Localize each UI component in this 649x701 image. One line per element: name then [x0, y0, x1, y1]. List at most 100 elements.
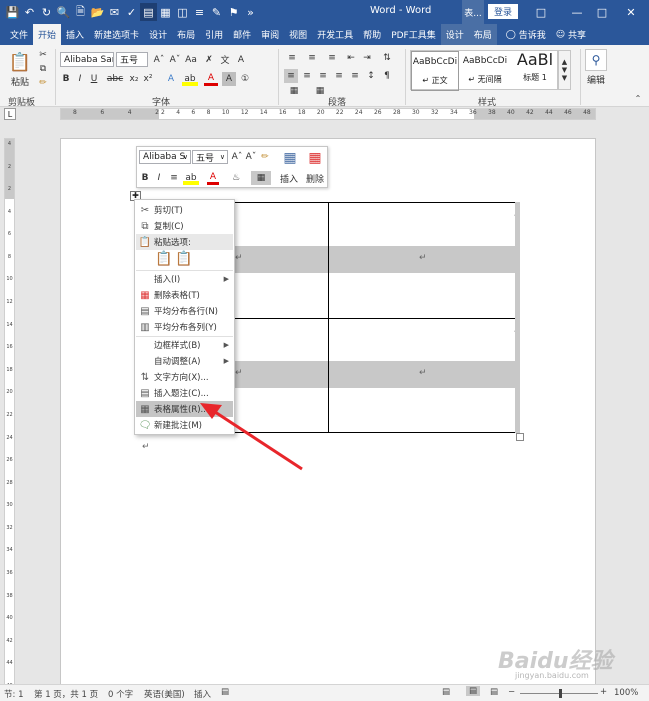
- new-document-icon[interactable]: 🗎: [72, 3, 89, 21]
- bold-icon[interactable]: B: [139, 171, 151, 185]
- tab-review[interactable]: 审阅: [256, 24, 284, 45]
- share-button[interactable]: ☺ 共享: [551, 24, 591, 45]
- editing-button[interactable]: 编辑: [582, 73, 610, 86]
- align-left-icon[interactable]: ≡: [284, 69, 298, 83]
- close-icon[interactable]: ✕: [620, 3, 642, 21]
- tab-layout[interactable]: 布局: [172, 24, 200, 45]
- cut-icon[interactable]: ✂: [36, 49, 50, 61]
- collapse-ribbon-icon[interactable]: ⌃: [632, 93, 644, 103]
- font-color-icon[interactable]: A: [204, 72, 218, 86]
- align-center-icon[interactable]: ≡: [300, 69, 314, 83]
- style-normal[interactable]: AaBbCcDi ↵ 正文: [411, 51, 459, 91]
- italic-icon[interactable]: I: [153, 171, 165, 185]
- open-icon[interactable]: 📂: [89, 3, 106, 21]
- highlight-icon[interactable]: ab: [182, 72, 198, 86]
- table-resize-handle[interactable]: [516, 433, 524, 441]
- highlight-icon[interactable]: ab: [183, 171, 199, 185]
- shading-icon[interactable]: ♨: [229, 171, 243, 185]
- zoom-in-icon[interactable]: +: [600, 687, 607, 697]
- clear-format-icon[interactable]: ✗: [202, 52, 216, 67]
- center-icon[interactable]: ≡: [167, 171, 181, 185]
- macro-record-icon[interactable]: ▤: [221, 687, 229, 697]
- show-marks-icon[interactable]: ¶: [380, 69, 394, 83]
- bullets-icon[interactable]: ≡: [284, 51, 300, 65]
- page-indicator[interactable]: 第 1 页，共 1 页: [34, 688, 98, 700]
- text-effects-icon[interactable]: A: [164, 72, 178, 86]
- italic-icon[interactable]: I: [74, 72, 86, 86]
- menu-item-distribute-columns[interactable]: ▥ 平均分布各列(Y): [136, 319, 233, 335]
- spelling-icon[interactable]: ✓: [123, 3, 140, 21]
- char-border-icon[interactable]: A: [234, 52, 248, 67]
- vertical-ruler[interactable]: 4 2 2 4 6 8 10 12 14 16 18 20 22 24 26 28 30 32 34 36 38 40 42…: [4, 138, 15, 690]
- redo-icon[interactable]: ↻: [38, 3, 55, 21]
- tell-me-search[interactable]: ◯ 告诉我: [501, 24, 551, 45]
- menu-item-insert[interactable]: 插入(I) ▶: [136, 271, 233, 287]
- bold-icon[interactable]: B: [60, 72, 72, 86]
- login-button[interactable]: 登录: [488, 4, 518, 19]
- font-color-icon[interactable]: A: [207, 171, 219, 185]
- tab-developer[interactable]: 开发工具: [312, 24, 358, 45]
- table-icon[interactable]: ▦: [157, 3, 174, 21]
- read-mode-icon[interactable]: ▤: [442, 687, 450, 697]
- tab-home[interactable]: 开始: [33, 24, 62, 45]
- zoom-out-icon[interactable]: −: [508, 687, 515, 697]
- shrink-font-icon[interactable]: Aˇ: [168, 52, 182, 67]
- borders-icon[interactable]: ▦: [251, 171, 271, 185]
- font-size-combo[interactable]: 五号: [116, 52, 148, 67]
- horizontal-ruler[interactable]: 8642 2 4 6 8 10 12 14 16 18 20 22 24 26 28 30 32 34 36 38 4…: [60, 108, 596, 120]
- insert-button[interactable]: 插入: [277, 171, 301, 185]
- zoom-level[interactable]: 100%: [614, 688, 638, 698]
- mini-size-combo[interactable]: 五号 ∨: [192, 150, 228, 164]
- paste-as-table-icon[interactable]: 📋: [175, 251, 193, 269]
- print-layout-icon[interactable]: ▤: [466, 686, 481, 696]
- print-preview-icon[interactable]: 🔍: [55, 3, 72, 21]
- enclose-char-icon[interactable]: ①: [238, 72, 252, 86]
- shading-icon[interactable]: ▦: [284, 85, 304, 96]
- font-name-combo[interactable]: Alibaba Sans: [60, 52, 114, 67]
- copy-icon[interactable]: ⧉: [36, 63, 50, 75]
- style-no-spacing[interactable]: AaBbCcDi ↵ 无间隔: [461, 51, 509, 91]
- word-count[interactable]: 0 个字: [108, 688, 133, 700]
- subscript-icon[interactable]: x₂: [128, 72, 140, 86]
- format-painter-icon[interactable]: ✏: [259, 150, 271, 164]
- tab-new-tab[interactable]: 新建选项卡: [89, 24, 144, 45]
- zoom-slider-thumb[interactable]: [559, 689, 562, 698]
- comment-icon[interactable]: ⚑: [225, 3, 242, 21]
- menu-item-autofit[interactable]: 自动调整(A) ▶: [136, 353, 233, 369]
- increase-indent-icon[interactable]: ⇥: [360, 51, 374, 65]
- tab-help[interactable]: 帮助: [358, 24, 386, 45]
- columns-icon[interactable]: ◫: [174, 3, 191, 21]
- paste-icon[interactable]: 📋: [8, 49, 32, 75]
- paste-button[interactable]: 粘贴: [6, 75, 34, 88]
- tab-pdf-tools[interactable]: PDF工具集: [386, 24, 441, 45]
- align-icon[interactable]: ≡: [191, 3, 208, 21]
- tab-table-design[interactable]: 设计: [440, 24, 469, 45]
- decrease-indent-icon[interactable]: ⇤: [344, 51, 358, 65]
- menu-item-delete-table[interactable]: ▦ 删除表格(T): [136, 287, 233, 303]
- borders-icon[interactable]: ▦: [310, 85, 330, 96]
- style-heading-1[interactable]: AaBl 标题 1: [511, 51, 559, 91]
- delete-button[interactable]: 删除: [303, 171, 327, 185]
- distributed-icon[interactable]: ≡: [348, 69, 362, 83]
- email-icon[interactable]: ✉: [106, 3, 123, 21]
- tab-file[interactable]: 文件: [5, 24, 33, 45]
- menu-item-cut[interactable]: ✂ 剪切(T): [136, 202, 233, 218]
- superscript-icon[interactable]: x²: [142, 72, 154, 86]
- tab-insert[interactable]: 插入: [61, 24, 89, 45]
- menu-item-copy[interactable]: ⧉ 复制(C): [136, 218, 233, 234]
- insert-table-icon[interactable]: ▦: [280, 149, 300, 167]
- language-indicator[interactable]: 英语(美国): [144, 688, 185, 700]
- menu-item-border-styles[interactable]: 边框样式(B) ▶: [136, 337, 233, 353]
- tab-design[interactable]: 设计: [144, 24, 172, 45]
- vertical-scrollbar[interactable]: [633, 120, 649, 684]
- section-indicator[interactable]: 节: 1: [4, 688, 23, 700]
- maximize-icon[interactable]: □: [591, 3, 613, 21]
- format-painter-icon[interactable]: ✏: [36, 77, 50, 89]
- menu-item-text-direction[interactable]: ⇅ 文字方向(X)...: [136, 369, 233, 385]
- more-commands-icon[interactable]: »: [242, 3, 259, 21]
- save-icon[interactable]: 💾: [4, 3, 21, 21]
- align-right-icon[interactable]: ≡: [316, 69, 330, 83]
- tab-view[interactable]: 视图: [284, 24, 312, 45]
- sort-icon[interactable]: ⇅: [380, 51, 394, 65]
- draw-table-icon[interactable]: ✎: [208, 3, 225, 21]
